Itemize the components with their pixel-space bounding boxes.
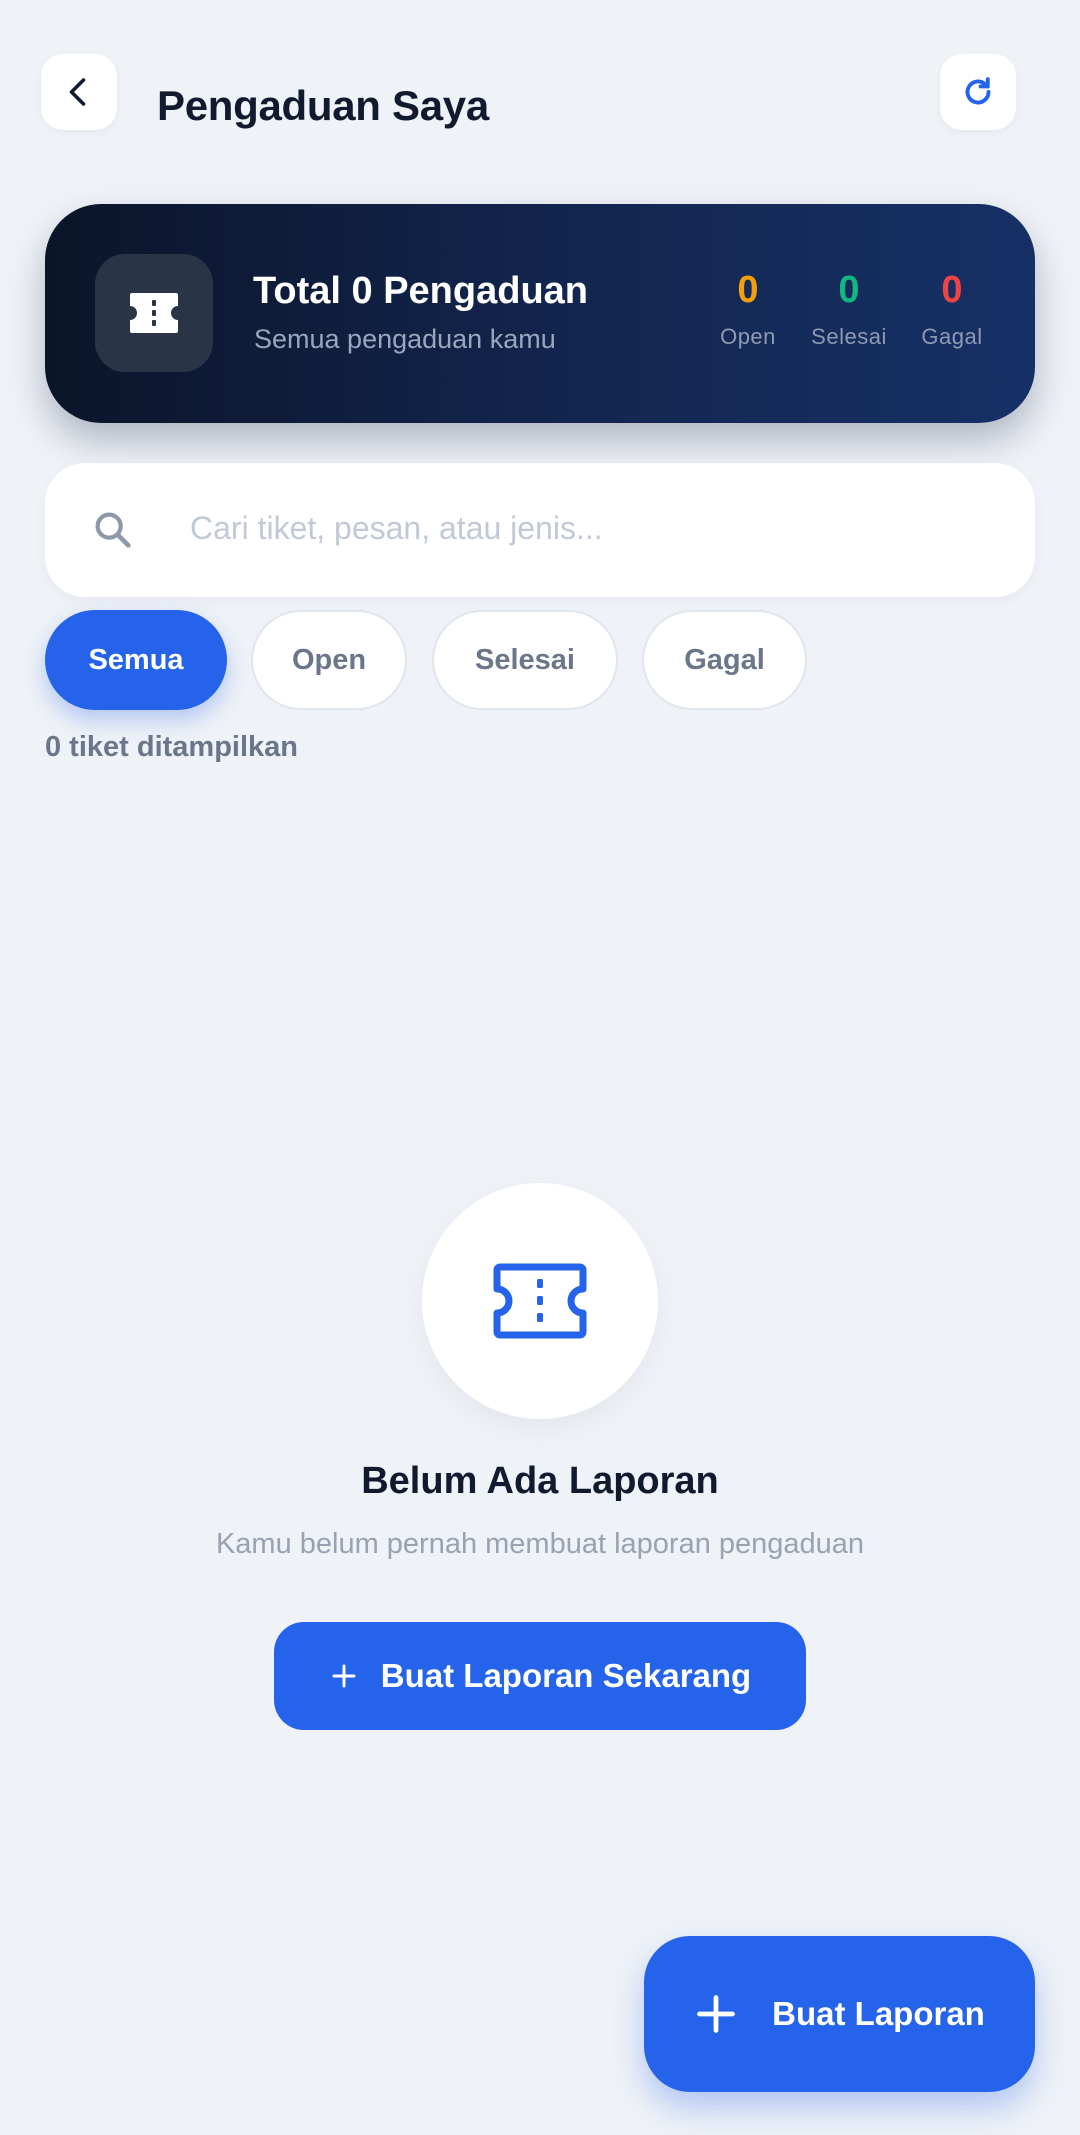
back-button[interactable] [41,54,117,130]
filter-chip-gagal[interactable]: Gagal [642,610,807,710]
plus-icon [697,1995,736,2033]
complaints-page: Pengaduan Saya Total 0 Pengaduan Semua p… [0,0,1080,2135]
search-box[interactable] [45,463,1035,597]
stat-selesai: 0 Selesai [789,269,909,350]
create-report-fab[interactable]: Buat Laporan [644,1936,1035,2092]
stat-gagal-label: Gagal [921,323,983,349]
filter-chip-semua[interactable]: Semua [45,610,227,710]
refresh-button[interactable] [940,54,1016,130]
search-input[interactable] [190,493,990,563]
empty-state-icon-circle [422,1183,658,1419]
ticket-count-text: 0 tiket ditampilkan [45,731,299,763]
ticket-outline-icon [493,1263,587,1339]
summary-subtitle: Semua pengaduan kamu [254,324,556,354]
empty-state-subtitle: Kamu belum pernah membuat laporan pengad… [215,1528,865,1560]
create-report-now-button[interactable]: Buat Laporan Sekarang [274,1622,806,1730]
summary-icon-box [95,254,213,372]
page-title: Pengaduan Saya [157,82,489,129]
stat-gagal-value: 0 [941,269,963,311]
empty-state-title: Belum Ada Laporan [361,1460,719,1502]
ticket-icon [130,293,178,333]
summary-title: Total 0 Pengaduan [253,270,589,312]
search-icon [95,512,131,548]
filter-chip-selesai[interactable]: Selesai [432,610,618,710]
chevron-left-icon [69,78,86,106]
refresh-icon [965,77,991,105]
create-report-now-label: Buat Laporan Sekarang [380,1657,752,1694]
create-report-fab-label: Buat Laporan [772,1995,985,2032]
stat-gagal: 0 Gagal [892,269,1012,350]
stat-selesai-label: Selesai [811,323,887,349]
plus-icon [332,1664,356,1688]
stat-selesai-value: 0 [838,269,860,311]
filter-chip-open[interactable]: Open [251,610,407,710]
summary-card: Total 0 Pengaduan Semua pengaduan kamu 0… [45,204,1035,423]
